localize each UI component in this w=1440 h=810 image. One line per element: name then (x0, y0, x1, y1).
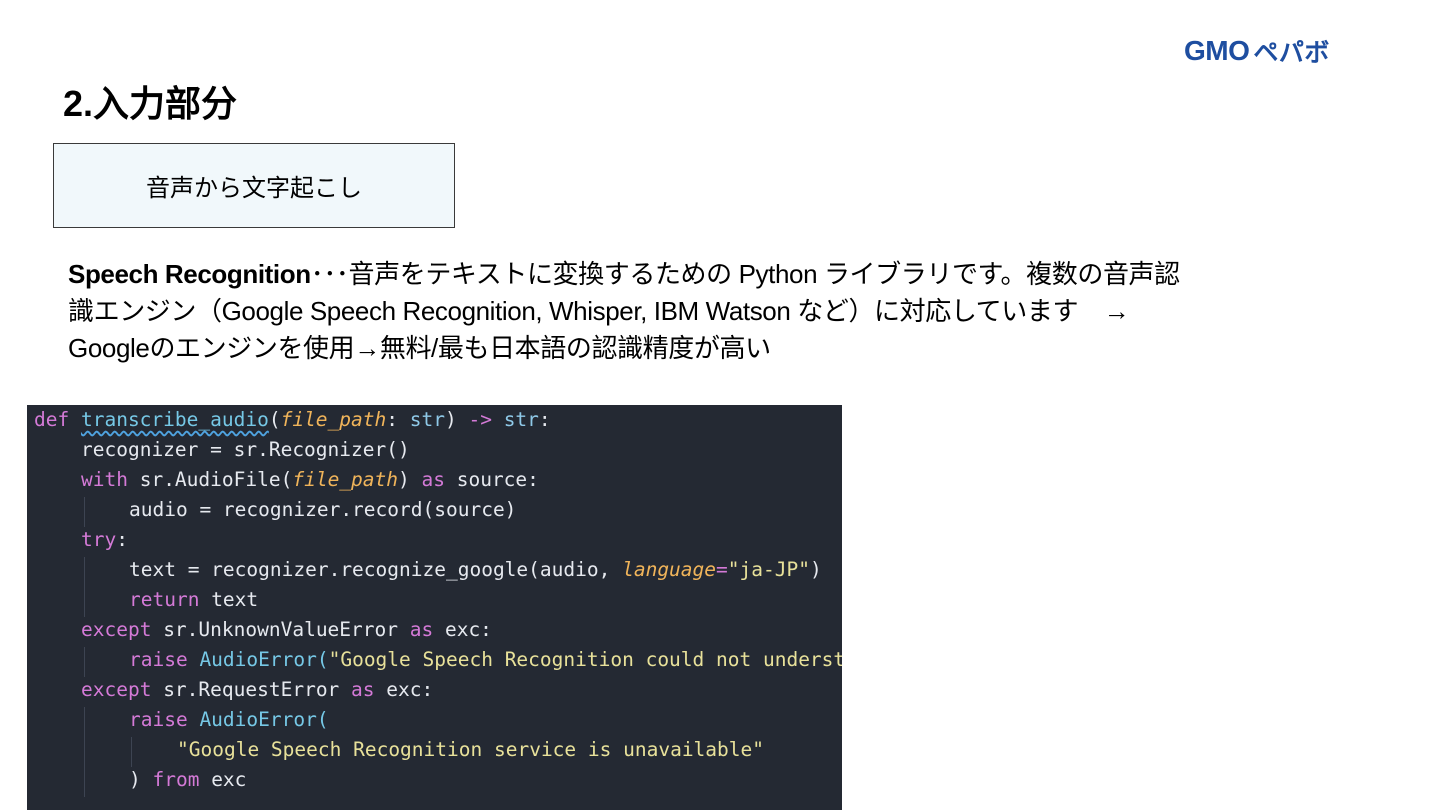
code-token: file_path (280, 408, 387, 431)
description-text: Speech Recognition･･･音声をテキストに変換するための Pyt… (68, 256, 1328, 367)
code-line: audio = recognizer.record(source) (129, 495, 516, 525)
code-token: sr.RequestError (151, 678, 352, 701)
code-token: from (152, 768, 200, 791)
indent-guide (84, 647, 85, 677)
code-line: raise AudioError( (129, 705, 329, 735)
page-title: 2.入力部分 (63, 83, 238, 124)
code-token: "Google Speech Recognition service is un… (177, 738, 764, 761)
code-token: ( (268, 408, 281, 431)
code-token: -> (468, 408, 492, 431)
code-token: AudioError( (187, 708, 329, 731)
code-token: raise (129, 648, 188, 671)
code-token: sr.UnknownValueError (151, 618, 410, 641)
code-token: source: (444, 468, 539, 491)
code-screenshot: def transcribe_audio(file_path: str) -> … (27, 405, 842, 810)
code-line: except sr.RequestError as exc: (81, 675, 433, 705)
code-token: ) (398, 468, 422, 491)
code-token: as (351, 678, 375, 701)
code-token: str (503, 408, 539, 431)
code-token: text (199, 588, 259, 611)
code-token: file_path (292, 468, 399, 491)
code-token: ) (809, 558, 822, 581)
code-token: "ja-JP" (727, 558, 810, 581)
code-token: except (81, 678, 152, 701)
code-token: except (81, 618, 152, 641)
code-token: try (81, 528, 117, 551)
indent-guide (84, 497, 85, 527)
code-token: exc: (433, 618, 492, 641)
logo-gmo-text: GMO (1184, 35, 1250, 66)
code-token: return (129, 588, 200, 611)
code-token: transcribe_audio (80, 408, 269, 431)
indent-guide (84, 557, 85, 617)
code-token: recognizer = sr.Recognizer() (81, 438, 410, 461)
code-token: raise (129, 708, 188, 731)
code-line: raise AudioError("Google Speech Recognit… (129, 645, 842, 675)
description-line-1-rest: ･･･音声をテキストに変換するための Python ライブラリです。複数の音声認 (310, 259, 1180, 289)
code-token: ) (444, 408, 469, 431)
code-line: def transcribe_audio(file_path: str) -> … (34, 405, 551, 435)
section-label-text: 音声から文字起こし (146, 175, 362, 202)
code-token: def (34, 408, 70, 431)
code-token: AudioError( (187, 648, 329, 671)
description-line-3: Googleのエンジンを使用→無料/最も日本語の認識精度が高い (68, 333, 771, 363)
code-token: as (409, 618, 434, 641)
code-line: try: (81, 525, 128, 555)
logo-kana-text: ペパボ (1253, 38, 1330, 67)
code-token: str (409, 408, 445, 431)
code-line: text = recognizer.recognize_google(audio… (129, 555, 822, 585)
description-line-1: Speech Recognition･･･音声をテキストに変換するための Pyt… (68, 256, 1328, 293)
gmo-pepabo-logo: GMO ペパボ (1184, 34, 1330, 68)
indent-guide (84, 707, 85, 797)
code-token: "Google Speech Recognition could not und… (328, 648, 842, 671)
code-token: : (116, 528, 128, 551)
code-token: = (716, 558, 728, 581)
code-token: ) (129, 768, 153, 791)
description-line-2: 識エンジン（Google Speech Recognition, Whisper… (68, 296, 1130, 326)
code-line: recognizer = sr.Recognizer() (81, 435, 410, 465)
code-line: with sr.AudioFile(file_path) as source: (81, 465, 539, 495)
code-token: : (538, 408, 551, 431)
code-token: exc: (374, 678, 434, 701)
code-token: exc (199, 768, 247, 791)
code-token: language (622, 558, 717, 581)
section-label-box: 音声から文字起こし (53, 143, 455, 228)
code-token: text = recognizer.recognize_google(audio… (129, 558, 623, 581)
code-token: as (421, 468, 445, 491)
code-line: except sr.UnknownValueError as exc: (81, 615, 492, 645)
code-token: audio = recognizer.record(source) (129, 498, 517, 521)
code-line: ) from exc (129, 765, 246, 795)
code-token: with (81, 468, 128, 491)
indent-guide (131, 737, 132, 767)
code-line: "Google Speech Recognition service is un… (177, 735, 764, 765)
code-token: sr.AudioFile( (127, 468, 293, 491)
code-line: return text (129, 585, 258, 615)
code-token: : (386, 408, 410, 431)
description-term: Speech Recognition (68, 259, 311, 289)
